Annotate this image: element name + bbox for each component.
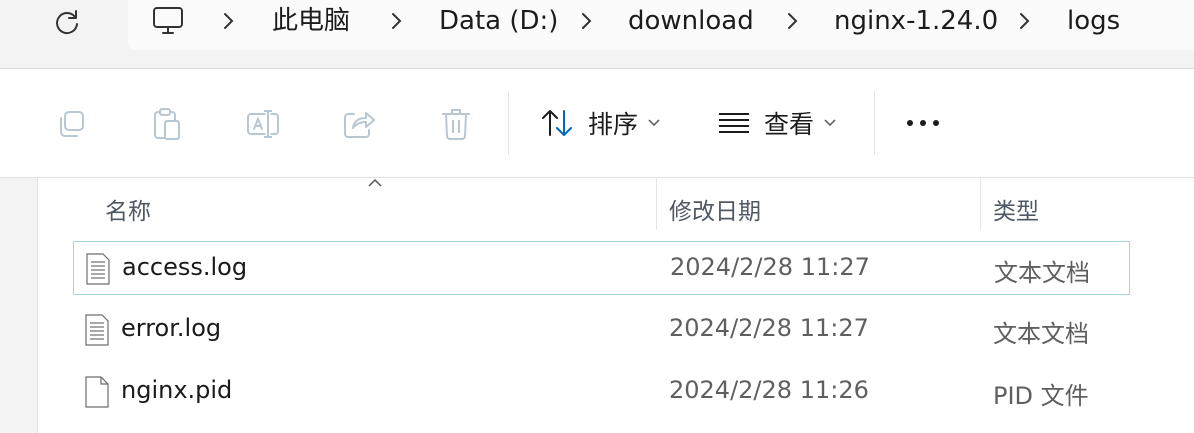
breadcrumb-item-download[interactable]: download [628, 0, 754, 42]
file-row-nginx-pid[interactable]: nginx.pid 2024/2/28 11:26 PID 文件 [73, 365, 1130, 419]
breadcrumb-item-logs[interactable]: logs [1067, 0, 1120, 42]
file-type: PID 文件 [993, 382, 1089, 410]
file-type: 文本文档 [993, 320, 1089, 348]
sort-button[interactable]: 排序 [540, 99, 660, 147]
sort-arrows-icon [542, 110, 572, 136]
rename-button[interactable] [243, 105, 283, 143]
file-modified: 2024/2/28 11:27 [669, 314, 869, 342]
breadcrumb-item-this-pc[interactable]: 此电脑 [272, 0, 350, 42]
computer-icon[interactable] [152, 6, 184, 36]
toolbar-divider [874, 91, 875, 155]
sort-label: 排序 [588, 110, 639, 139]
file-row-error-log[interactable]: error.log 2024/2/28 11:27 文本文档 [73, 303, 1130, 357]
view-button[interactable]: 查看 [718, 99, 836, 147]
breadcrumb-item-nginx[interactable]: nginx-1.24.0 [834, 0, 998, 42]
column-header-modified[interactable]: 修改日期 [669, 192, 761, 226]
list-view-icon [719, 113, 749, 133]
column-header-type[interactable]: 类型 [993, 192, 1039, 226]
delete-button[interactable] [436, 105, 476, 143]
refresh-button[interactable] [50, 6, 84, 38]
rename-icon [247, 110, 279, 138]
column-divider[interactable] [980, 178, 981, 230]
file-row-access-log[interactable]: access.log 2024/2/28 11:27 文本文档 [73, 241, 1130, 295]
column-divider[interactable] [656, 178, 657, 230]
blank-file-icon [85, 376, 109, 408]
chevron-right-icon[interactable] [222, 11, 236, 31]
breadcrumb[interactable]: 此电脑 Data (D:) download nginx-1.24.0 logs [128, 0, 1194, 50]
file-modified: 2024/2/28 11:26 [669, 376, 869, 404]
chevron-right-icon[interactable] [580, 11, 594, 31]
sort-ascending-icon [368, 178, 382, 187]
more-dots-icon [907, 120, 939, 126]
refresh-icon [56, 10, 78, 35]
chevron-right-icon[interactable] [786, 11, 800, 31]
copy-icon [60, 111, 84, 137]
text-file-icon [85, 314, 109, 346]
column-header-name[interactable]: 名称 [105, 192, 151, 226]
file-explorer-window: 此电脑 Data (D:) download nginx-1.24.0 logs [0, 0, 1194, 433]
clipboard-icon [154, 108, 180, 140]
chevron-down-icon [824, 119, 836, 127]
address-bar-row: 此电脑 Data (D:) download nginx-1.24.0 logs [0, 0, 1194, 69]
file-modified: 2024/2/28 11:27 [670, 253, 870, 281]
copy-button[interactable] [51, 105, 91, 143]
file-type: 文本文档 [994, 259, 1090, 287]
file-name: nginx.pid [121, 376, 233, 404]
share-button[interactable] [339, 105, 379, 143]
navigation-pane-edge[interactable] [0, 178, 38, 433]
file-name: error.log [121, 314, 222, 342]
share-icon [344, 112, 375, 138]
view-label: 查看 [764, 110, 815, 139]
command-bar: 排序 查看 [0, 69, 1194, 178]
breadcrumb-item-data-drive[interactable]: Data (D:) [439, 0, 558, 42]
chevron-down-icon [648, 119, 660, 127]
chevron-right-icon[interactable] [390, 11, 404, 31]
text-file-icon [86, 253, 110, 285]
file-list: 名称 修改日期 类型 access.log 2024/2/28 11:27 文本… [0, 178, 1194, 433]
chevron-right-icon[interactable] [1018, 11, 1032, 31]
trash-icon [442, 109, 470, 140]
paste-button[interactable] [147, 105, 187, 143]
toolbar-divider [508, 91, 509, 155]
more-options-button[interactable] [905, 99, 941, 147]
file-name: access.log [122, 253, 248, 281]
